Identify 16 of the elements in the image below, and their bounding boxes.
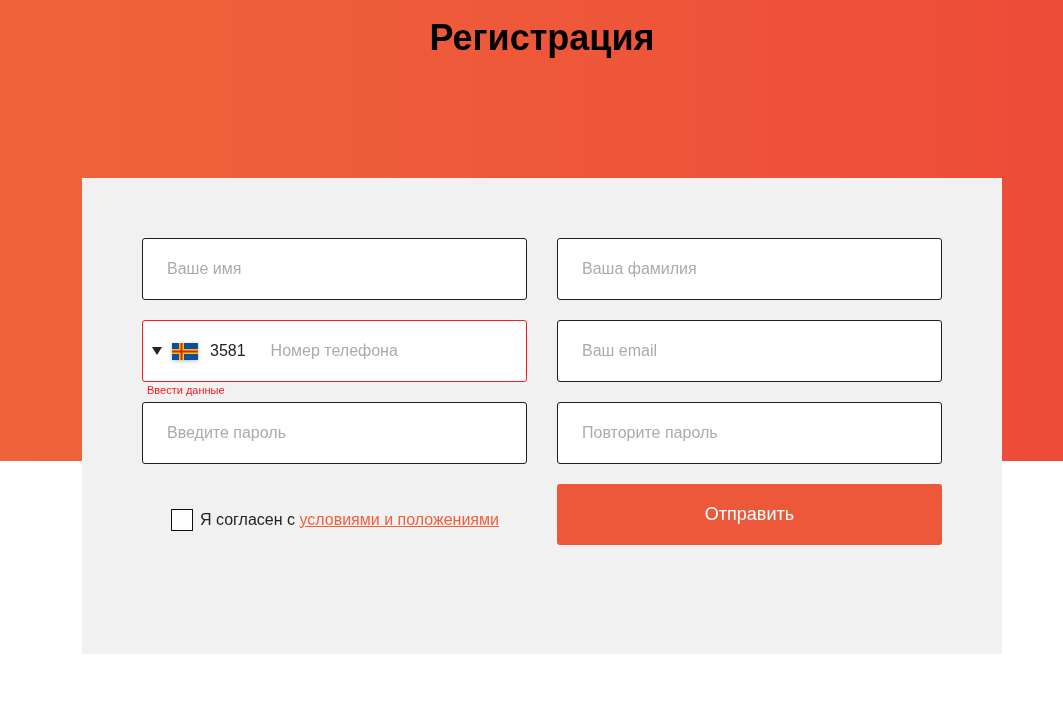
dial-code: 3581 [210,342,246,360]
caret-icon[interactable] [152,347,162,355]
consent-text: Я согласен с условиями и положениями [200,510,499,530]
checkbox[interactable] [171,509,193,531]
input-field[interactable]: Ваша фамилия [557,238,942,300]
phone-field[interactable]: 3581 Номер телефона [142,320,527,382]
phone-number-input[interactable]: Номер телефона [270,336,514,366]
error-message: Ввести данные [147,384,225,397]
email-field[interactable]: Ваш email [557,320,942,382]
terms-link[interactable]: условиями и положениями [299,511,499,528]
input-field[interactable]: Ваше имя [142,238,527,300]
flag-icon[interactable] [172,342,198,360]
password-field[interactable]: Повторите пароль [557,402,942,464]
submit-button[interactable]: Отправить [557,484,942,545]
page-title: Регистрация [429,16,655,60]
password-field[interactable]: Введите пароль [142,402,527,464]
